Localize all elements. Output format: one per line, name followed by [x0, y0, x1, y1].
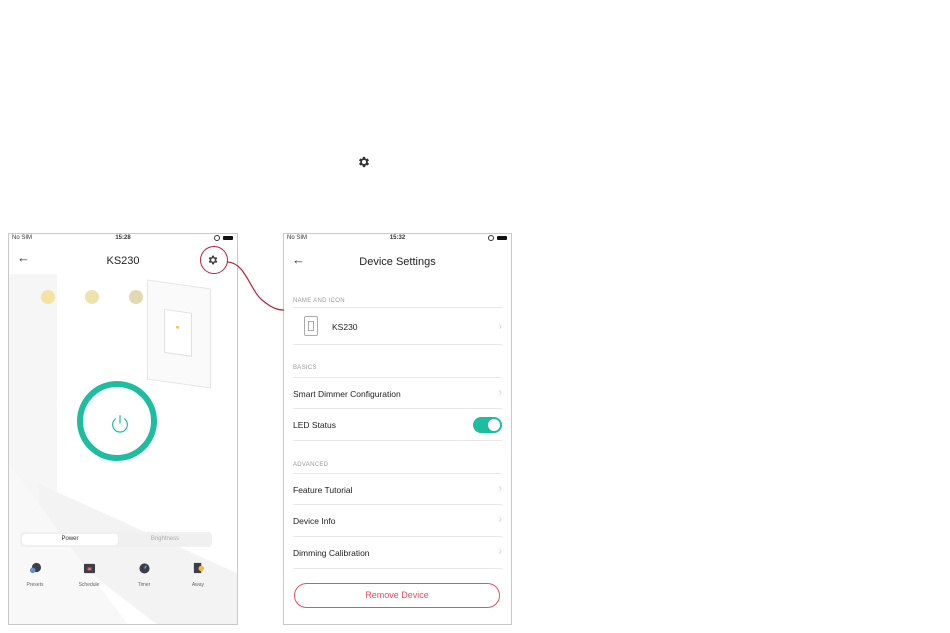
- chevron-right-icon: ›: [498, 387, 502, 398]
- section-name-and-icon: NAME AND ICON: [293, 298, 345, 304]
- alarm-icon: [214, 235, 220, 241]
- dimming-calibration-label: Dimming Calibration: [293, 548, 370, 558]
- smart-dimmer-config-row[interactable]: Smart Dimmer Configuration ›: [293, 377, 502, 409]
- dimming-calibration-row[interactable]: Dimming Calibration ›: [293, 537, 502, 569]
- away-label: Away: [191, 582, 205, 588]
- away-button[interactable]: Away: [178, 561, 218, 588]
- led-status-label: LED Status: [293, 420, 336, 430]
- presets-button[interactable]: Presets: [15, 561, 55, 588]
- smart-dimmer-config-label: Smart Dimmer Configuration: [293, 389, 401, 399]
- feature-tutorial-row[interactable]: Feature Tutorial ›: [293, 473, 502, 505]
- switch-device-icon: [304, 316, 318, 336]
- device-settings-screen: No SIM 15:32 ← Device Settings NAME AND …: [283, 233, 512, 625]
- device-name-label: KS230: [332, 322, 358, 332]
- status-time: 15:28: [115, 235, 131, 241]
- power-icon: [112, 415, 128, 433]
- wall-switch-illustration: [147, 279, 211, 389]
- schedule-label: Schedule: [78, 582, 100, 588]
- timer-button[interactable]: Timer: [124, 561, 164, 588]
- power-button[interactable]: [77, 381, 157, 461]
- led-status-toggle[interactable]: [473, 417, 502, 433]
- device-info-label: Device Info: [293, 516, 336, 526]
- timer-label: Timer: [137, 582, 151, 588]
- schedule-icon: [83, 563, 95, 574]
- device-name-row[interactable]: KS230 ›: [293, 307, 502, 345]
- feature-tutorial-label: Feature Tutorial: [293, 485, 353, 495]
- indicator-dot-1: [41, 290, 55, 304]
- status-bar: No SIM 15:32: [284, 234, 511, 244]
- device-info-row[interactable]: Device Info ›: [293, 505, 502, 537]
- presets-icon: [29, 562, 41, 574]
- status-bar: No SIM 15:28: [9, 234, 237, 244]
- chevron-right-icon: ›: [498, 514, 502, 525]
- remove-device-button[interactable]: Remove Device: [294, 583, 500, 608]
- status-time: 15:32: [389, 235, 406, 241]
- schedule-button[interactable]: Schedule: [69, 561, 109, 588]
- device-control-screen: No SIM 15:28 ← KS230 Power Brightness Pr…: [8, 233, 238, 625]
- battery-icon: [223, 236, 233, 240]
- gear-icon: [358, 156, 370, 168]
- chevron-right-icon: ›: [498, 546, 502, 557]
- mode-segmented-control: Power Brightness: [20, 532, 212, 547]
- indicator-dot-3: [129, 290, 143, 304]
- gear-highlight-circle: [200, 246, 228, 274]
- section-basics: BASICS: [293, 365, 317, 371]
- chevron-right-icon: ›: [498, 483, 502, 494]
- tab-power[interactable]: Power: [22, 534, 118, 545]
- led-status-row: LED Status: [293, 409, 502, 441]
- presets-label: Presets: [26, 582, 44, 588]
- page-title: Device Settings: [359, 256, 436, 268]
- section-advanced: ADVANCED: [293, 462, 329, 468]
- battery-icon: [497, 236, 507, 240]
- tab-brightness[interactable]: Brightness: [120, 534, 210, 545]
- alarm-icon: [488, 235, 494, 241]
- chevron-right-icon: ›: [498, 321, 502, 332]
- indicator-dot-2: [85, 290, 99, 304]
- timer-icon: [138, 563, 150, 574]
- away-icon: [193, 562, 204, 574]
